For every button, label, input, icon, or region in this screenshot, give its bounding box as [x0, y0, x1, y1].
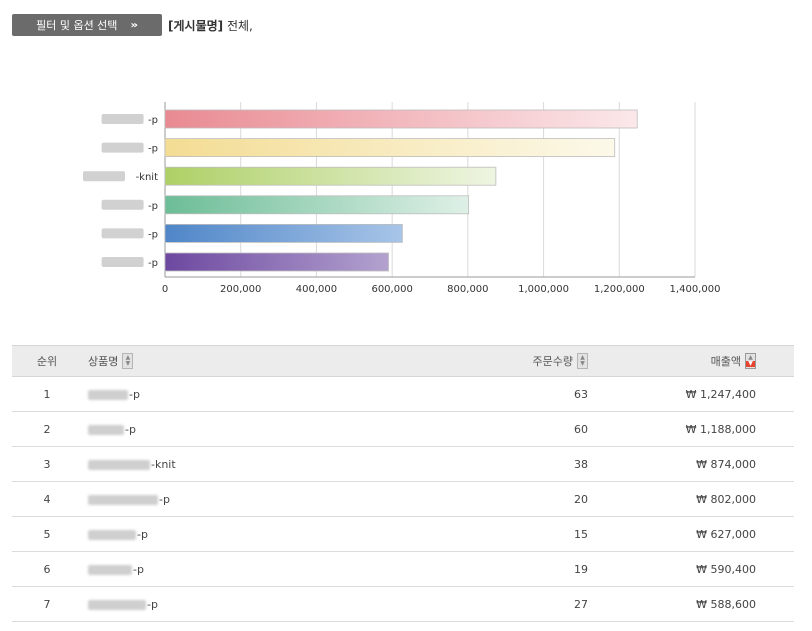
redacted-name — [101, 257, 144, 267]
redacted-text — [88, 564, 132, 575]
category-label: -p — [148, 144, 158, 155]
redacted-name — [101, 228, 144, 239]
category-label: -knit — [136, 172, 159, 183]
table-row: 1 -p 63 ₩ 1,247,400 — [12, 376, 794, 412]
redacted-name — [101, 142, 144, 153]
bar — [164, 223, 403, 243]
rank-cell: 3 — [12, 446, 82, 482]
table-row: 6 -p 19 ₩ 590,400 — [12, 551, 794, 587]
sales-bar-chart: 0 200,000 400,000 600,000 800,000 1,000,000 1,… — [83, 102, 721, 295]
redacted-name — [101, 199, 144, 210]
quantity-cell: 19 — [388, 551, 602, 587]
quantity-cell: 60 — [388, 411, 602, 447]
x-tick-label: 200,000 — [220, 284, 261, 295]
chevron-down-icon: » — [130, 19, 139, 31]
product-name-cell: -p — [82, 516, 388, 552]
redacted-text — [88, 424, 124, 435]
category-label: -p — [148, 258, 158, 269]
filter-options-label: 필터 및 옵션 선택 — [36, 19, 118, 32]
product-name-suffix: -p — [129, 387, 140, 401]
rank-cell: 2 — [12, 411, 82, 447]
redacted-name — [83, 171, 125, 182]
column-header-rank: 순위 — [12, 345, 82, 377]
scope-value: 전체, — [226, 18, 253, 33]
product-name-cell: -p — [82, 376, 388, 412]
quantity-cell: 20 — [388, 481, 602, 517]
redacted-name — [101, 114, 144, 124]
toolbar: 필터 및 옵션 선택 » [게시물명] 전체, — [12, 14, 253, 36]
bar — [164, 138, 616, 157]
product-name-cell: -p — [82, 551, 388, 587]
scope-label: [게시물명] — [168, 18, 224, 33]
column-header-name[interactable]: 상품명 ▲ ▼ — [82, 345, 388, 377]
x-tick-label: 600,000 — [371, 284, 412, 295]
table-row: 5 -p 15 ₩ 627,000 — [12, 516, 794, 552]
sales-cell: ₩ 802,000 — [602, 481, 794, 517]
x-tick-label: 800,000 — [447, 284, 488, 295]
rank-cell: 1 — [12, 376, 82, 412]
table-row: 7 -p 27 ₩ 588,600 — [12, 586, 794, 622]
column-header-qty[interactable]: 주문수량 ▲ ▼ — [388, 345, 602, 377]
category-label: -p — [148, 201, 158, 212]
product-name-suffix: -p — [137, 527, 148, 541]
category-label: -p — [148, 115, 158, 126]
bar — [164, 252, 389, 272]
sales-cell: ₩ 874,000 — [602, 446, 794, 482]
x-tick-label: 400,000 — [296, 284, 337, 295]
rank-cell: 7 — [12, 586, 82, 622]
quantity-cell: 38 — [388, 446, 602, 482]
sort-icon[interactable]: ▲ ▼ — [577, 353, 588, 369]
quantity-cell: 63 — [388, 376, 602, 412]
product-name-suffix: -knit — [151, 457, 176, 471]
table-header-row: 순위 상품명 ▲ ▼ 주문수량 ▲ ▼ 매출액 ▲ ▼ — [12, 345, 794, 377]
redacted-text — [88, 494, 158, 505]
x-tick-label: 1,000,000 — [518, 284, 569, 295]
table-row: 4 -p 20 ₩ 802,000 — [12, 481, 794, 517]
column-header-sales[interactable]: 매출액 ▲ ▼ — [602, 345, 794, 377]
category-label: -p — [148, 229, 158, 240]
redacted-text — [88, 599, 146, 610]
sales-cell: ₩ 627,000 — [602, 516, 794, 552]
sort-icon[interactable]: ▲ ▼ — [122, 353, 134, 369]
x-tick-label: 1,400,000 — [670, 284, 721, 295]
x-tick-label: 1,200,000 — [594, 284, 645, 295]
bar — [164, 166, 497, 186]
sales-cell: ₩ 588,600 — [602, 586, 794, 622]
quantity-cell: 27 — [388, 586, 602, 622]
bar — [164, 195, 470, 215]
sales-ranking-table: 순위 상품명 ▲ ▼ 주문수량 ▲ ▼ 매출액 ▲ ▼ 1 -p 63 ₩ 1,247,40… — [12, 345, 794, 622]
product-name-cell: -p — [82, 586, 388, 622]
filter-summary: [게시물명] 전체, — [168, 17, 253, 34]
product-name-cell: -p — [82, 411, 388, 447]
product-name-suffix: -p — [133, 562, 144, 576]
filter-options-button[interactable]: 필터 및 옵션 선택 » — [12, 14, 162, 36]
sort-desc-active-icon[interactable]: ▲ ▼ — [745, 353, 756, 369]
sales-cell: ₩ 1,188,000 — [602, 411, 794, 447]
product-name-suffix: -p — [125, 422, 136, 436]
product-name-suffix: -p — [159, 492, 170, 506]
product-name-cell: -p — [82, 481, 388, 517]
rank-cell: 6 — [12, 551, 82, 587]
quantity-cell: 15 — [388, 516, 602, 552]
redacted-text — [88, 389, 128, 400]
column-label: 주문수량 — [532, 355, 573, 368]
x-tick-label: 0 — [162, 284, 168, 295]
product-name-cell: -knit — [82, 446, 388, 482]
column-label: 상품명 — [88, 355, 119, 368]
redacted-text — [88, 529, 136, 540]
sales-cell: ₩ 590,400 — [602, 551, 794, 587]
rank-cell: 5 — [12, 516, 82, 552]
table-row: 2 -p 60 ₩ 1,188,000 — [12, 411, 794, 447]
product-name-suffix: -p — [147, 597, 158, 611]
table-row: 3 -knit 38 ₩ 874,000 — [12, 446, 794, 482]
rank-cell: 4 — [12, 481, 82, 517]
bar — [164, 109, 638, 129]
sales-cell: ₩ 1,247,400 — [602, 376, 794, 412]
column-label: 매출액 — [710, 355, 741, 368]
redacted-text — [88, 459, 150, 470]
